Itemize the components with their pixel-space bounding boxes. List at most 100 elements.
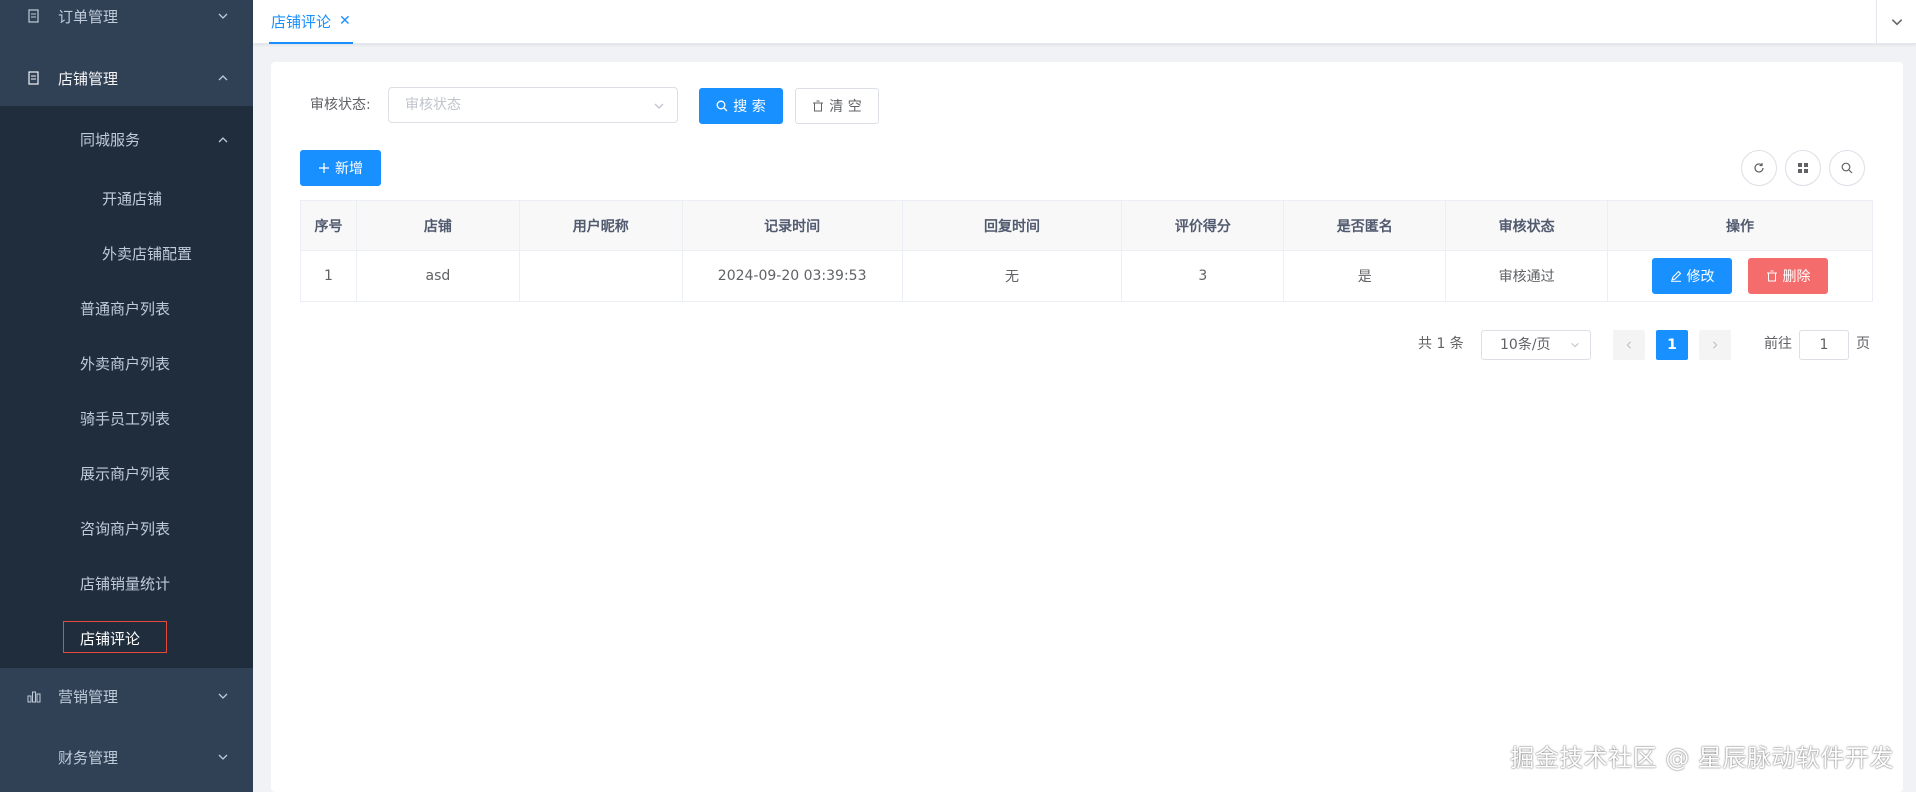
chevron-down-icon	[218, 754, 228, 760]
active-item-highlight	[63, 621, 167, 653]
tab-shop-reviews[interactable]: 店铺评论 ✕	[269, 0, 353, 44]
goto-page-input[interactable]: 1	[1799, 330, 1849, 360]
delete-button[interactable]: 删除	[1748, 258, 1828, 294]
sidebar-item-open-shop[interactable]: 开通店铺	[0, 171, 253, 226]
column-header: 记录时间	[681, 200, 903, 251]
add-button-label: 新增	[335, 161, 363, 177]
menu-order-management[interactable]: 订单管理	[0, 0, 253, 44]
prev-page-button[interactable]	[1613, 330, 1645, 360]
sidebar-item-consult-merchants[interactable]: 咨询商户列表	[0, 501, 253, 556]
column-header: 评价得分	[1121, 200, 1285, 251]
column-header: 用户昵称	[518, 200, 683, 251]
trash-icon	[812, 100, 824, 112]
sidebar-item-label: 店铺销量统计	[80, 575, 171, 593]
chevron-down-icon	[1891, 19, 1902, 26]
search-icon	[1841, 162, 1853, 174]
menu-marketing-management[interactable]: 营销管理	[0, 668, 253, 724]
refresh-button[interactable]	[1741, 150, 1777, 186]
page-size-select[interactable]: 10条/页	[1481, 330, 1591, 360]
audit-status-select[interactable]: 审核状态	[388, 87, 678, 123]
main-card: 审核状态: 审核状态 搜 索 清 空 新增 序号 店铺 用户昵称 记录时间 回复…	[271, 62, 1903, 792]
sidebar-item-label: 外卖店铺配置	[102, 245, 193, 263]
submenu-label: 同城服务	[80, 131, 141, 149]
sidebar-item-label: 开通店铺	[102, 190, 163, 208]
sidebar-item-label: 普通商户列表	[80, 300, 171, 318]
plus-icon	[318, 162, 330, 174]
pagination-total: 共 1 条	[1418, 336, 1464, 352]
toggle-search-button[interactable]	[1829, 150, 1865, 186]
search-icon	[716, 100, 728, 112]
menu-label: 营销管理	[58, 687, 119, 706]
tabs-bar: 店铺评论 ✕	[253, 0, 1916, 44]
sidebar-item-riders[interactable]: 骑手员工列表	[0, 391, 253, 446]
next-page-button[interactable]	[1699, 330, 1731, 360]
cell-nickname	[518, 250, 683, 302]
delete-button-label: 删除	[1782, 269, 1811, 285]
menu-finance-management[interactable]: 财务管理	[0, 729, 253, 785]
cell-shop: asd	[355, 250, 520, 302]
column-header: 是否匿名	[1283, 200, 1447, 251]
grid-icon	[1798, 163, 1808, 173]
chevron-right-icon	[1712, 341, 1718, 349]
table-header-row: 序号 店铺 用户昵称 记录时间 回复时间 评价得分 是否匿名 审核状态 操作	[300, 200, 1873, 251]
column-header: 审核状态	[1445, 200, 1609, 251]
cell-reply-time: 无	[901, 250, 1123, 302]
clear-button[interactable]: 清 空	[795, 88, 879, 124]
page-suffix-label: 页	[1856, 336, 1870, 352]
sidebar-item-label: 外卖商户列表	[80, 355, 171, 373]
chevron-down-icon	[218, 693, 228, 699]
menu-shop-management[interactable]: 店铺管理	[0, 50, 253, 106]
cell-index: 1	[300, 250, 357, 302]
column-header: 操作	[1607, 200, 1873, 251]
goto-label: 前往	[1764, 336, 1792, 352]
select-placeholder: 审核状态	[405, 97, 461, 113]
reviews-table: 序号 店铺 用户昵称 记录时间 回复时间 评价得分 是否匿名 审核状态 操作 1…	[300, 200, 1873, 302]
cell-score: 3	[1121, 250, 1285, 302]
refresh-icon	[1754, 163, 1764, 173]
sidebar-item-label: 骑手员工列表	[80, 410, 171, 428]
columns-button[interactable]	[1785, 150, 1821, 186]
table-row[interactable]: 1 asd 2024-09-20 03:39:53 无 3 是 审核通过 修改	[300, 250, 1873, 302]
bar-chart-icon	[26, 688, 42, 704]
submenu-same-city-service[interactable]: 同城服务	[0, 112, 253, 167]
cell-anonymous: 是	[1283, 250, 1447, 302]
clear-button-label: 清 空	[829, 99, 862, 115]
chevron-down-icon	[218, 13, 228, 19]
sidebar-item-shop-sales-stats[interactable]: 店铺销量统计	[0, 556, 253, 611]
page-size-value: 10条/页	[1500, 337, 1551, 353]
chevron-up-icon	[218, 75, 228, 81]
column-header: 序号	[300, 200, 357, 251]
cell-record-time: 2024-09-20 03:39:53	[681, 250, 903, 302]
search-button[interactable]: 搜 索	[699, 88, 783, 124]
sidebar-item-normal-merchants[interactable]: 普通商户列表	[0, 281, 253, 336]
chevron-up-icon	[218, 136, 228, 142]
document-icon	[26, 70, 42, 86]
add-button[interactable]: 新增	[300, 150, 381, 186]
cell-status: 审核通过	[1445, 250, 1609, 302]
audit-status-label: 审核状态:	[310, 97, 371, 113]
watermark: 掘金技术社区 @ 星辰脉动软件开发	[1510, 744, 1894, 772]
page-number-button[interactable]: 1	[1656, 330, 1688, 360]
edit-button-label: 修改	[1686, 269, 1715, 285]
document-icon	[26, 8, 42, 24]
sidebar-item-label: 咨询商户列表	[80, 520, 171, 538]
edit-icon	[1670, 270, 1682, 282]
sidebar-item-display-merchants[interactable]: 展示商户列表	[0, 446, 253, 501]
chevron-down-icon	[654, 103, 664, 109]
edit-button[interactable]: 修改	[1652, 258, 1732, 294]
chevron-left-icon	[1626, 341, 1632, 349]
tabs-dropdown-button[interactable]	[1876, 0, 1916, 44]
sidebar-item-takeout-shop-config[interactable]: 外卖店铺配置	[0, 226, 253, 281]
menu-label: 店铺管理	[58, 69, 119, 88]
menu-label: 订单管理	[58, 7, 119, 26]
sidebar-item-takeout-merchants[interactable]: 外卖商户列表	[0, 336, 253, 391]
close-icon[interactable]: ✕	[339, 13, 351, 29]
sidebar-item-label: 展示商户列表	[80, 465, 171, 483]
cell-actions: 修改 删除	[1607, 250, 1873, 302]
menu-label: 财务管理	[58, 748, 119, 767]
chevron-down-icon	[1571, 342, 1579, 348]
sidebar: 订单管理 店铺管理 同城服务 开通店铺 外卖店铺配置 普通商户列表 外卖商户列表…	[0, 0, 253, 792]
tab-label: 店铺评论	[271, 12, 332, 31]
trash-icon	[1766, 270, 1778, 282]
column-header: 店铺	[355, 200, 520, 251]
